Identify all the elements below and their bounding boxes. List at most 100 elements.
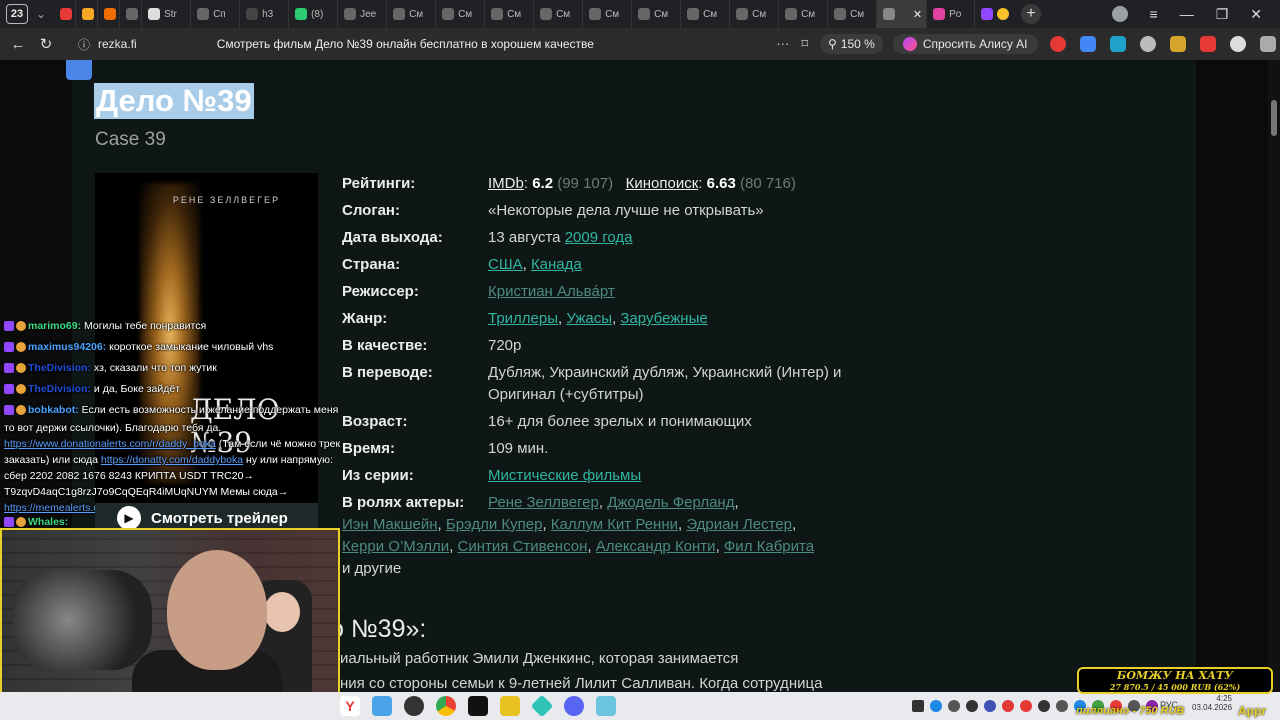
new-tab-button[interactable]: + xyxy=(1021,4,1042,24)
tray-icon[interactable] xyxy=(1056,700,1068,712)
actor-link[interactable]: Рене Зеллвегер xyxy=(488,494,599,511)
tray-icon[interactable] xyxy=(1002,700,1014,712)
tab[interactable]: См xyxy=(387,0,437,28)
extension-icon[interactable] xyxy=(1049,36,1066,52)
extension-icon[interactable] xyxy=(1169,36,1186,52)
more-icon[interactable]: ··· xyxy=(776,36,789,52)
profile-avatar[interactable] xyxy=(1111,6,1128,22)
page-scrollbar[interactable] xyxy=(1268,60,1280,692)
tray-icon[interactable] xyxy=(948,700,960,712)
info-row-cast-continued: Керри О’Мэлли, Синтия Стивенсон, Алексан… xyxy=(342,536,882,558)
app-icon[interactable] xyxy=(596,696,616,716)
tab[interactable]: См xyxy=(632,0,682,28)
extension-icon[interactable] xyxy=(1229,36,1246,52)
tray-icon[interactable] xyxy=(1038,700,1050,712)
genre-link[interactable]: Триллеры xyxy=(488,310,558,327)
tab[interactable]: См xyxy=(485,0,535,28)
imdb-link[interactable]: IMDb xyxy=(488,175,524,192)
bookmark-icon[interactable]: ⌑ xyxy=(801,36,808,52)
actor-link[interactable]: Керри О’Мэлли xyxy=(342,538,449,555)
chat-nick[interactable]: marimo69: xyxy=(28,320,81,332)
director-link[interactable]: Кристиан Альвáрт xyxy=(488,283,615,300)
tab[interactable]: См xyxy=(436,0,486,28)
tab-twitch[interactable] xyxy=(975,0,1015,28)
actor-link[interactable]: Каллум Кит Ренни xyxy=(551,516,678,533)
tab[interactable]: См xyxy=(534,0,584,28)
yandex-icon[interactable]: Y xyxy=(340,696,360,716)
tab[interactable]: Str xyxy=(142,0,192,28)
google-translate-icon[interactable] xyxy=(66,60,92,80)
menu-icon[interactable]: ≡ xyxy=(1150,6,1158,22)
actor-link[interactable]: Брэдли Купер xyxy=(446,516,543,533)
extension-icon[interactable] xyxy=(1199,36,1216,52)
tab[interactable] xyxy=(54,0,77,28)
tray-icon[interactable] xyxy=(966,700,978,712)
chat-nick[interactable]: TheDivision: xyxy=(28,362,91,374)
tab[interactable]: См xyxy=(779,0,829,28)
chat-link[interactable]: https://www.donationalerts.com/r/daddy_b… xyxy=(4,438,216,450)
tray-icon[interactable] xyxy=(930,700,942,712)
actor-link[interactable]: Александр Конти xyxy=(596,538,716,555)
chat-nick[interactable]: maximus94206: xyxy=(28,341,106,353)
tab[interactable]: См xyxy=(828,0,878,28)
tab[interactable]: Jee xyxy=(338,0,388,28)
tab[interactable]: (8) xyxy=(289,0,339,28)
tab-extra[interactable]: Po xyxy=(927,0,976,28)
back-icon[interactable]: ← xyxy=(4,36,32,53)
app-icon[interactable] xyxy=(404,696,424,716)
chat-nick[interactable]: bobkabot: xyxy=(28,404,79,416)
site-info-icon[interactable]: ⓘ xyxy=(78,36,90,53)
scrollbar-thumb[interactable] xyxy=(1271,100,1277,136)
url-box[interactable]: ⓘ rezka.fi Смотреть фильм Дело №39 онлай… xyxy=(78,36,808,53)
url-domain[interactable]: rezka.fi xyxy=(98,37,137,51)
alice-button[interactable]: Спросить Алису AI xyxy=(892,34,1038,54)
genre-link[interactable]: Ужасы xyxy=(566,310,612,327)
extension-icon[interactable] xyxy=(1109,36,1126,52)
tab[interactable] xyxy=(98,0,121,28)
tab[interactable] xyxy=(76,0,99,28)
tab[interactable]: Сп xyxy=(191,0,241,28)
tab-counter[interactable]: 23 xyxy=(6,4,28,24)
actor-link[interactable]: Синтия Стивенсон xyxy=(458,538,588,555)
tab[interactable]: См xyxy=(583,0,633,28)
tray-icon[interactable] xyxy=(984,700,996,712)
country-link[interactable]: Канада xyxy=(531,256,582,273)
actor-link[interactable]: Эдриан Лестер xyxy=(686,516,792,533)
zoom-indicator[interactable]: ⚲ 150 % xyxy=(820,34,883,54)
downloads-icon[interactable] xyxy=(1259,36,1276,52)
chat-nick[interactable]: Whales: xyxy=(28,516,68,528)
extension-icon[interactable] xyxy=(1139,36,1156,52)
clock[interactable]: 4:25 03.04.2026 xyxy=(1192,694,1232,712)
tab[interactable] xyxy=(120,0,143,28)
discord-icon[interactable] xyxy=(564,696,584,716)
close-icon[interactable]: ✕ xyxy=(913,8,922,21)
app-icon[interactable] xyxy=(500,696,520,716)
tab[interactable]: h3 xyxy=(240,0,290,28)
maximize-icon[interactable]: ❐ xyxy=(1216,6,1229,23)
tab[interactable]: См xyxy=(681,0,731,28)
chevron-down-icon[interactable]: ⌄ xyxy=(36,7,46,21)
reload-icon[interactable]: ↻ xyxy=(32,35,60,53)
kinopoisk-link[interactable]: Кинопоиск xyxy=(626,175,699,192)
minimize-icon[interactable]: — xyxy=(1180,6,1194,22)
translate-icon[interactable] xyxy=(1079,36,1096,52)
app-icon[interactable] xyxy=(530,694,554,718)
app-icon[interactable] xyxy=(372,696,392,716)
series-link[interactable]: Мистические фильмы xyxy=(488,467,641,484)
actor-link[interactable]: Фил Кабрита xyxy=(724,538,814,555)
tray-icon[interactable] xyxy=(1020,700,1032,712)
country-link[interactable]: США xyxy=(488,256,523,273)
tray-icon[interactable] xyxy=(912,700,924,712)
actor-link[interactable]: Иэн Макшейн xyxy=(342,516,438,533)
tab-active[interactable]: ✕ xyxy=(877,0,928,28)
genre-link[interactable]: Зарубежные xyxy=(620,310,707,327)
tab[interactable]: См xyxy=(730,0,780,28)
chat-link[interactable]: https://donatty.com/daddyboka xyxy=(101,454,243,466)
chrome-icon[interactable] xyxy=(436,696,456,716)
chat-nick[interactable]: TheDivision: xyxy=(28,383,91,395)
release-year-link[interactable]: 2009 года xyxy=(565,229,633,246)
actor-link[interactable]: Джодель Ферланд xyxy=(607,494,734,511)
app-icon[interactable] xyxy=(468,696,488,716)
info-row-ratings: Рейтинги: IMDb: 6.2 (99 107) Кинопоиск: … xyxy=(342,173,882,195)
close-window-icon[interactable]: ✕ xyxy=(1250,6,1262,23)
